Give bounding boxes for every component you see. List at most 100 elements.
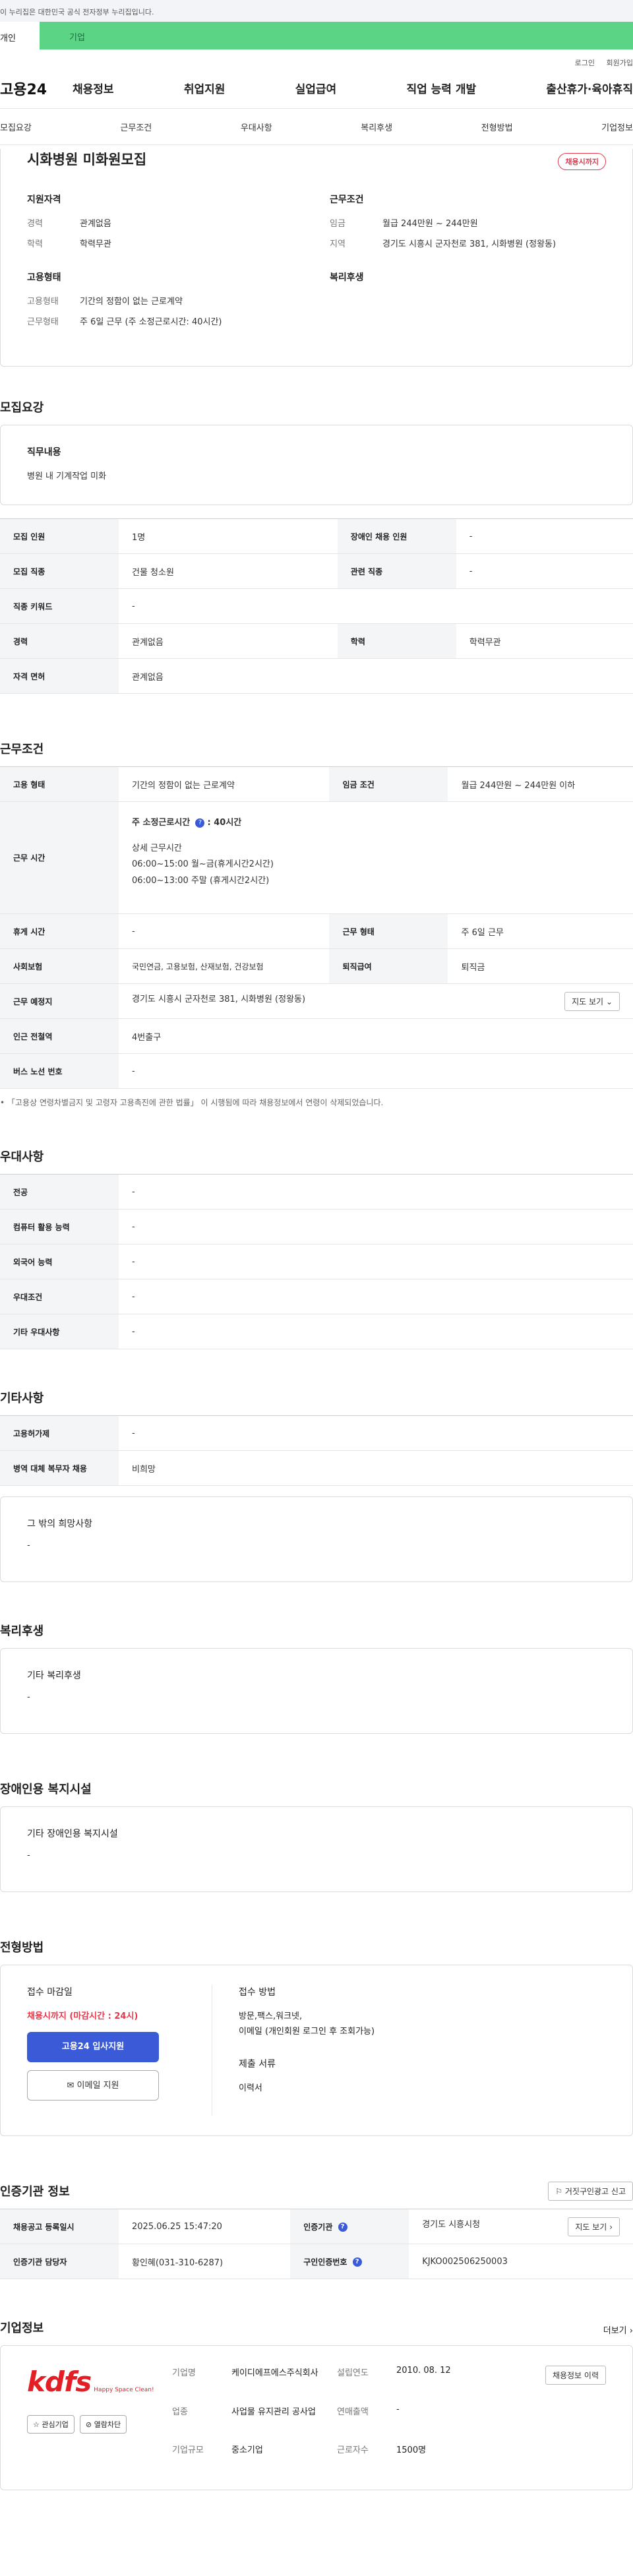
bus-value: -: [119, 1053, 633, 1089]
gnb-item-unemployment-benefit[interactable]: 실업급여: [295, 80, 337, 96]
preference-heading-wrap: 우대사항: [0, 1108, 633, 1174]
work-hours-label: 근무 시간: [0, 801, 119, 914]
summary-wage-label: 임금: [330, 219, 346, 229]
career-label: 경력: [0, 623, 119, 659]
login-link[interactable]: 로그인: [575, 59, 595, 67]
related-job-value: -: [456, 553, 633, 589]
job-title: 시화병원 미화원모집: [27, 152, 147, 168]
summary-career-value: 관계없음: [80, 219, 111, 229]
summary-career: 경력 관계없음: [27, 216, 303, 229]
report-fake-ad-button[interactable]: ⚐ 거짓구인광고 신고: [548, 2182, 633, 2201]
preference-table: 전공 - 컴퓨터 활용 능력 - 외국어 능력 - 우대조건 - 기타 우대사항 -: [0, 1174, 633, 1349]
info-icon[interactable]: ?: [352, 2257, 362, 2267]
table-row: 우대조건 -: [0, 1279, 633, 1314]
agency-heading-wrap: 인증기관 정보 ⚐ 거짓구인광고 신고: [0, 2136, 633, 2209]
info-icon[interactable]: ?: [195, 818, 205, 828]
gnb-item-parental-leave[interactable]: 출산휴가·육아휴직: [546, 80, 633, 96]
welfare-section-title: 복리후생: [0, 1624, 44, 1638]
table-row: 버스 노선 번호 -: [0, 1053, 633, 1089]
agency-org-label-cell: 인증기관 ?: [290, 2209, 409, 2244]
tab-preference[interactable]: 우대사항: [241, 121, 272, 133]
wage-label: 임금 조건: [329, 766, 448, 802]
other-wishes-label: 그 밖의 희망사항: [27, 1519, 93, 1529]
audience-personal-tab[interactable]: 개인: [0, 22, 40, 49]
company-more-link[interactable]: 더보기 ›: [603, 2323, 633, 2336]
summary-area-value: 경기도 시흥시 군자천로 381, 시화병원 (정왕동): [382, 239, 557, 249]
company-logo-text: kdfs: [27, 2366, 92, 2398]
facility-box: 기타 장애인용 복지시설 -: [0, 1806, 633, 1892]
duty-label: 직무내용: [27, 447, 61, 458]
summary-education: 학력 학력무관: [27, 237, 303, 249]
facility-value: -: [27, 1851, 30, 1860]
related-job-label: 관련 직종: [337, 553, 456, 589]
company-more-label: 더보기: [603, 2326, 627, 2336]
pref-condition-label: 우대조건: [0, 1279, 119, 1314]
block-view-label: 열람차단: [94, 2420, 121, 2429]
emp-type-value: 기간의 정함이 없는 근로계약: [119, 766, 330, 802]
subway-value: 4번출구: [119, 1018, 633, 1054]
tab-selection[interactable]: 전형방법: [481, 121, 513, 133]
gov-banner: 이 누리집은 대한민국 공식 전자정부 누리집입니다.: [0, 0, 633, 22]
welfare-heading: 복리후생: [330, 272, 364, 283]
industry-label: 업종: [172, 2407, 188, 2417]
audience-corporate-tab[interactable]: 기업: [40, 22, 633, 49]
other-pref-label: 기타 우대사항: [0, 1314, 119, 1349]
deadline-label: 접수 마감일: [27, 1987, 73, 1998]
work-form-label: 근무 형태: [329, 913, 448, 949]
tab-conditions[interactable]: 근무조건: [120, 121, 152, 133]
summary-requirements: 지원자격 경력 관계없음 학력 학력무관: [27, 193, 303, 257]
work-hours-cell: 주 소정근로시간 ? : 40시간 상세 근무시간 06:00~15:00 월~…: [119, 801, 633, 914]
interest-company-button[interactable]: ☆ 관심기업: [27, 2415, 75, 2434]
subway-label: 인근 전철역: [0, 1018, 119, 1054]
age-note-text: 「고용상 연령차별금지 및 고령자 고용촉진에 관한 법률」 이 시행됨에 따라…: [7, 1098, 384, 1107]
table-row: 인증기관 담당자 황인혜(031-310-6287) 구인인증번호 ? KJKO…: [0, 2244, 633, 2279]
gnb-item-employment-support[interactable]: 취업지원: [184, 80, 226, 96]
std-hours-label: 주 소정근로시간: [132, 818, 191, 828]
tab-recruit[interactable]: 모집요강: [0, 121, 32, 133]
deadline-value: 채용시까지 (마감시간 : 24시): [27, 2011, 138, 2021]
work-place-label: 근무 예정지: [0, 983, 119, 1019]
chevron-right-icon: ›: [629, 2326, 633, 2336]
company-size-value: 중소기업: [231, 2445, 263, 2456]
facility-label: 기타 장애인용 복지시설: [27, 1829, 118, 1839]
agency-table: 채용공고 등록일시 2025.06.25 15:47:20 인증기관 ? 경기도…: [0, 2209, 633, 2279]
hiring-history-button[interactable]: 채용정보 이력: [545, 2366, 606, 2385]
founded-value: 2010. 08. 12: [396, 2366, 451, 2376]
other-pref-value: -: [119, 1314, 633, 1349]
age-note: • 「고용상 연령차별금지 및 고령자 고용촉진에 관한 법률」 이 시행됨에 …: [0, 1098, 384, 1107]
recruit-heading-wrap: 모집요강: [0, 367, 633, 425]
apply-online-button[interactable]: 고용24 입사지원: [27, 2032, 159, 2062]
emp-type-label: 고용 형태: [0, 766, 119, 802]
company-logo-sub: Happy Space Clean!: [94, 2387, 154, 2393]
employment-heading: 고용형태: [27, 272, 61, 283]
company-name-value: 케이디에프에스주식회사: [231, 2368, 318, 2378]
wage-value: 월급 244만원 ~ 244만원 이하: [448, 766, 633, 802]
global-nav: 고용24 채용정보 취업지원 실업급여 직업 능력 개발 출산휴가·육아휴직: [0, 68, 633, 109]
requirements-heading: 지원자격: [27, 195, 61, 205]
apply-left: 접수 마감일 채용시까지 (마감시간 : 24시) 고용24 입사지원 ✉ 이메…: [27, 1985, 185, 2116]
table-row: 모집 인원 1명 장애인 채용 인원 -: [0, 518, 633, 554]
tab-welfare[interactable]: 복리후생: [361, 121, 392, 133]
report-fake-ad-label: 거짓구인광고 신고: [564, 2187, 626, 2196]
method-line2: 이메일 (개인회원 로그인 후 조회가능): [239, 2027, 375, 2037]
info-icon[interactable]: ?: [338, 2223, 347, 2232]
language-label: 외국어 능력: [0, 1244, 119, 1279]
recruit-count-label: 모집 인원: [0, 518, 119, 554]
block-view-button[interactable]: ⊘ 열람차단: [79, 2415, 127, 2434]
agency-map-button[interactable]: 지도 보기 ›: [568, 2217, 620, 2236]
other-wishes-box: 그 밖의 희망사항 -: [0, 1496, 633, 1582]
site-logo[interactable]: 고용24: [0, 78, 73, 99]
severance-value: 퇴직금: [448, 948, 633, 984]
detail-hours-line1: 06:00~15:00 월~금(휴게시간2시간): [132, 859, 274, 870]
license-value: 관계없음: [119, 658, 633, 694]
tab-company[interactable]: 기업정보: [601, 121, 633, 133]
table-row: 외국어 능력 -: [0, 1244, 633, 1279]
job-type-label: 모집 직종: [0, 553, 119, 589]
company-section-title: 기업정보: [0, 2321, 44, 2335]
gnb-item-jobs[interactable]: 채용정보: [73, 80, 114, 96]
pc-skill-value: -: [119, 1209, 633, 1244]
email-apply-button[interactable]: ✉ 이메일 지원: [27, 2070, 159, 2101]
gnb-item-vocational-training[interactable]: 직업 능력 개발: [406, 80, 476, 96]
map-view-button[interactable]: 지도 보기 ⌄: [564, 991, 620, 1011]
signup-link[interactable]: 회원가입: [607, 59, 633, 67]
